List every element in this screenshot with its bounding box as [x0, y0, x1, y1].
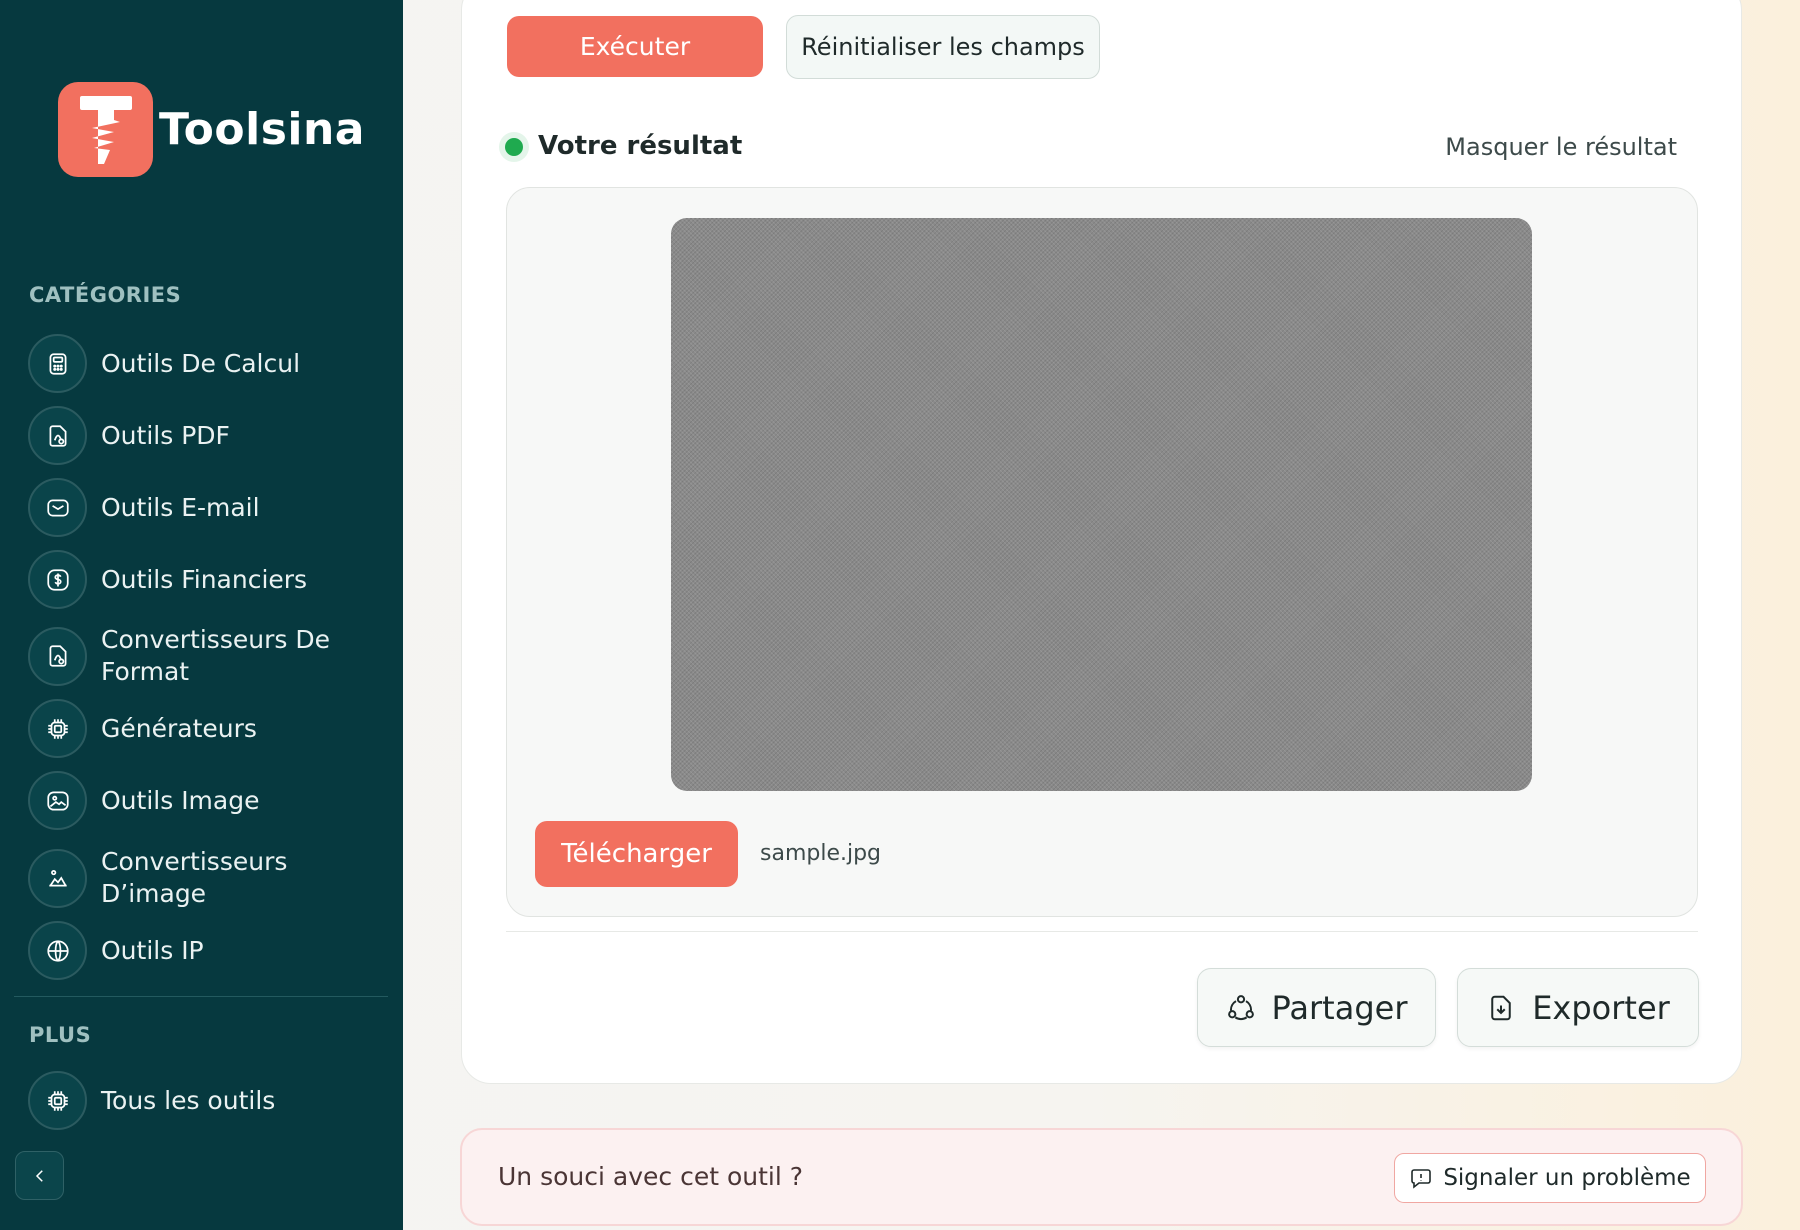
sidebar-item-label: Outils PDF	[101, 420, 230, 450]
sidebar-item-ip[interactable]: Outils IP	[28, 921, 388, 980]
collapse-sidebar-button[interactable]	[15, 1151, 64, 1200]
export-icon	[1491, 995, 1511, 1020]
sidebar-item-calcul[interactable]: Outils De Calcul	[28, 334, 388, 393]
sidebar-item-finance[interactable]: Outils Financiers	[28, 550, 388, 609]
sidebar-item-label: Tous les outils	[101, 1085, 276, 1115]
mail-icon	[28, 478, 87, 537]
dollar-icon	[28, 550, 87, 609]
sidebar-item-image[interactable]: Outils Image	[28, 771, 388, 830]
pdf-file-icon	[28, 406, 87, 465]
status-dot	[505, 138, 523, 156]
sidebar-item-image-convert[interactable]: Convertisseurs D’image	[28, 846, 388, 910]
sidebar-item-pdf[interactable]: Outils PDF	[28, 406, 388, 465]
brand-name: Toolsina	[159, 104, 365, 155]
download-button[interactable]: Télécharger	[535, 821, 738, 887]
result-image-preview	[671, 218, 1532, 791]
share-label: Partager	[1271, 988, 1408, 1027]
image-convert-icon	[28, 848, 87, 908]
sidebar-item-label: Outils E-mail	[101, 492, 260, 522]
sidebar-item-label: Convertisseurs D’image	[101, 847, 288, 908]
export-button[interactable]: Exporter	[1457, 968, 1699, 1047]
chip-icon	[28, 699, 87, 758]
sidebar-item-format[interactable]: Convertisseurs De Format	[28, 624, 388, 688]
chip-icon	[28, 1071, 87, 1130]
share-icon	[1227, 994, 1254, 1020]
share-button[interactable]: Partager	[1197, 968, 1436, 1047]
toolsina-logo-icon	[58, 82, 153, 177]
card-divider	[506, 931, 1698, 932]
sidebar-item-label: Générateurs	[101, 713, 257, 743]
sidebar-item-label: Convertisseurs De Format	[101, 625, 330, 686]
sidebar-item-all-tools[interactable]: Tous les outils	[28, 1071, 388, 1130]
categories-heading: CATÉGORIES	[29, 283, 182, 307]
more-heading: PLUS	[29, 1023, 92, 1047]
image-icon	[28, 771, 87, 830]
reset-fields-button[interactable]: Réinitialiser les champs	[786, 15, 1100, 79]
result-filename: sample.jpg	[760, 841, 882, 866]
hide-result-link[interactable]: Masquer le résultat	[1445, 133, 1677, 161]
result-title: Votre résultat	[538, 131, 743, 161]
report-problem-button[interactable]: Signaler un problème	[1394, 1153, 1706, 1203]
run-button[interactable]: Exécuter	[507, 16, 763, 77]
sidebar-item-label: Outils Financiers	[101, 564, 308, 594]
sidebar-item-label: Outils IP	[101, 935, 204, 965]
sidebar-item-email[interactable]: Outils E-mail	[28, 478, 388, 537]
sidebar: Toolsina CATÉGORIES Outils De Calcul Out…	[0, 0, 403, 1230]
calculator-icon	[28, 334, 87, 393]
sidebar-item-generateurs[interactable]: Générateurs	[28, 699, 388, 758]
sidebar-item-label: Outils De Calcul	[101, 348, 301, 378]
export-label: Exporter	[1532, 988, 1670, 1027]
sidebar-item-label: Outils Image	[101, 785, 260, 815]
chevron-left-icon	[35, 1169, 43, 1182]
sidebar-divider	[14, 996, 388, 997]
logo[interactable]: Toolsina	[58, 82, 365, 177]
issue-text: Un souci avec cet outil ?	[498, 1162, 804, 1191]
report-label: Signaler un problème	[1443, 1165, 1691, 1191]
report-chat-icon	[1411, 1169, 1432, 1189]
file-convert-icon	[28, 626, 87, 686]
globe-icon	[28, 921, 87, 980]
